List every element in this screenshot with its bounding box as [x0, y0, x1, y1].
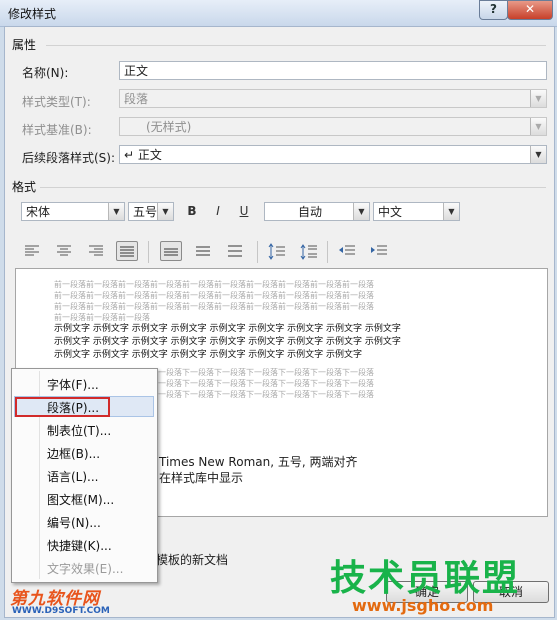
title-bar: 修改样式 ? ✕ [0, 0, 557, 27]
script-select[interactable]: 中文 ▼ [373, 202, 460, 221]
preview-line: 前一段落前一段落前一段落前一段落前一段落前一段落前一段落前一段落前一段落前一段落 [54, 302, 374, 311]
close-button[interactable]: ✕ [507, 0, 553, 20]
chevron-down-icon: ▼ [530, 118, 546, 135]
name-label: 名称(N): [22, 66, 69, 80]
align-right-icon[interactable] [88, 244, 104, 258]
format-divider [40, 187, 546, 188]
description-line: 在样式库中显示 [159, 471, 244, 485]
preview-sample-line: 示例文字 示例文字 示例文字 示例文字 示例文字 示例文字 示例文字 示例文字 [54, 350, 363, 360]
bold-button[interactable]: B [181, 201, 203, 221]
menu-item-tabs[interactable]: 制表位(T)... [47, 422, 111, 439]
properties-section-label: 属性 [12, 38, 37, 52]
style-type-value: 段落 [124, 92, 149, 106]
justify-button[interactable] [116, 241, 138, 261]
chevron-down-icon: ▼ [530, 90, 546, 107]
underline-button[interactable]: U [233, 201, 255, 221]
chevron-down-icon[interactable]: ▼ [443, 203, 459, 220]
align-left-icon[interactable] [24, 244, 40, 258]
format-section-label: 格式 [12, 180, 37, 194]
menu-item-paragraph[interactable]: 段落(P)... [47, 399, 99, 416]
align-center-icon[interactable] [56, 244, 72, 258]
watermark-right-logo: 技术员联盟 [330, 558, 521, 599]
next-style-value: ↵ 正文 [124, 148, 162, 162]
menu-item-numbering[interactable]: 编号(N)... [47, 514, 101, 531]
menu-item-font[interactable]: 字体(F)... [47, 376, 99, 393]
script-value: 中文 [378, 205, 403, 219]
description-line: Times New Roman, 五号, 两端对齐 [159, 455, 358, 469]
style-type-label: 样式类型(T): [22, 95, 91, 109]
font-value: 宋体 [26, 205, 51, 219]
double-spacing-icon[interactable] [227, 244, 243, 258]
font-color-value: 自动 [297, 205, 322, 219]
watermark-right-url: www.jsgho.com [352, 596, 494, 615]
toolbar-separator [148, 241, 149, 263]
decrease-indent-icon[interactable] [338, 244, 356, 258]
menu-item-text-effects: 文字效果(E)... [47, 562, 124, 576]
preview-sample-line: 示例文字 示例文字 示例文字 示例文字 示例文字 示例文字 示例文字 示例文字 … [54, 324, 401, 334]
chevron-down-icon[interactable]: ▼ [353, 203, 369, 220]
menu-item-border[interactable]: 边框(B)... [47, 445, 100, 462]
menu-item-language[interactable]: 语言(L)... [47, 468, 99, 485]
preview-line: 前一段落前一段落前一段落前一段落前一段落前一段落前一段落前一段落前一段落前一段落 [54, 280, 374, 289]
space-after-icon[interactable] [300, 243, 318, 261]
preview-line: 前一段落前一段落前一段落前一段落前一段落前一段落前一段落前一段落前一段落前一段落 [54, 291, 374, 300]
paragraph-toolbar [20, 240, 520, 266]
next-style-select[interactable]: ↵ 正文 ▼ [119, 145, 547, 164]
font-size-select[interactable]: 五号 ▼ [128, 202, 174, 221]
next-style-label: 后续段落样式(S): [22, 151, 116, 165]
window-title: 修改样式 [8, 7, 57, 21]
single-spacing-icon [164, 248, 178, 256]
toolbar-separator [327, 241, 328, 263]
menu-item-shortcut-key[interactable]: 快捷键(K)... [47, 537, 112, 554]
font-select[interactable]: 宋体 ▼ [21, 202, 125, 221]
help-button[interactable]: ? [479, 0, 508, 20]
menu-item-frame[interactable]: 图文框(M)... [47, 491, 114, 508]
font-color-select[interactable]: 自动 ▼ [264, 202, 370, 221]
chevron-down-icon[interactable]: ▼ [157, 203, 173, 220]
style-based-select: (无样式) ▼ [119, 117, 547, 136]
style-based-label: 样式基准(B): [22, 123, 92, 137]
style-type-select: 段落 ▼ [119, 89, 547, 108]
one-half-spacing-icon[interactable] [195, 244, 211, 258]
chevron-down-icon[interactable]: ▼ [108, 203, 124, 220]
watermark-left-url: WWW.D9SOFT.COM [12, 606, 110, 616]
properties-divider [46, 45, 546, 46]
italic-button[interactable]: I [207, 201, 229, 221]
increase-indent-icon[interactable] [370, 244, 388, 258]
format-menu: 字体(F)... 段落(P)... 制表位(T)... 边框(B)... 语言(… [11, 368, 158, 583]
preview-line: 前一段落前一段落前一段落 [54, 313, 150, 322]
name-field[interactable]: 正文 [119, 61, 547, 80]
space-before-icon[interactable] [268, 243, 286, 261]
style-based-value: (无样式) [146, 120, 192, 134]
preview-previous-paragraph: 前一段落前一段落前一段落前一段落前一段落前一段落前一段落前一段落前一段落前一段落… [54, 279, 374, 323]
font-size-value: 五号 [133, 205, 158, 219]
preview-sample-paragraph: 示例文字 示例文字 示例文字 示例文字 示例文字 示例文字 示例文字 示例文字 … [54, 323, 401, 362]
justify-icon [120, 246, 134, 257]
chevron-down-icon[interactable]: ▼ [530, 146, 546, 163]
single-spacing-button[interactable] [160, 241, 182, 261]
preview-sample-line: 示例文字 示例文字 示例文字 示例文字 示例文字 示例文字 示例文字 示例文字 … [54, 337, 401, 347]
toolbar-separator [257, 241, 258, 263]
